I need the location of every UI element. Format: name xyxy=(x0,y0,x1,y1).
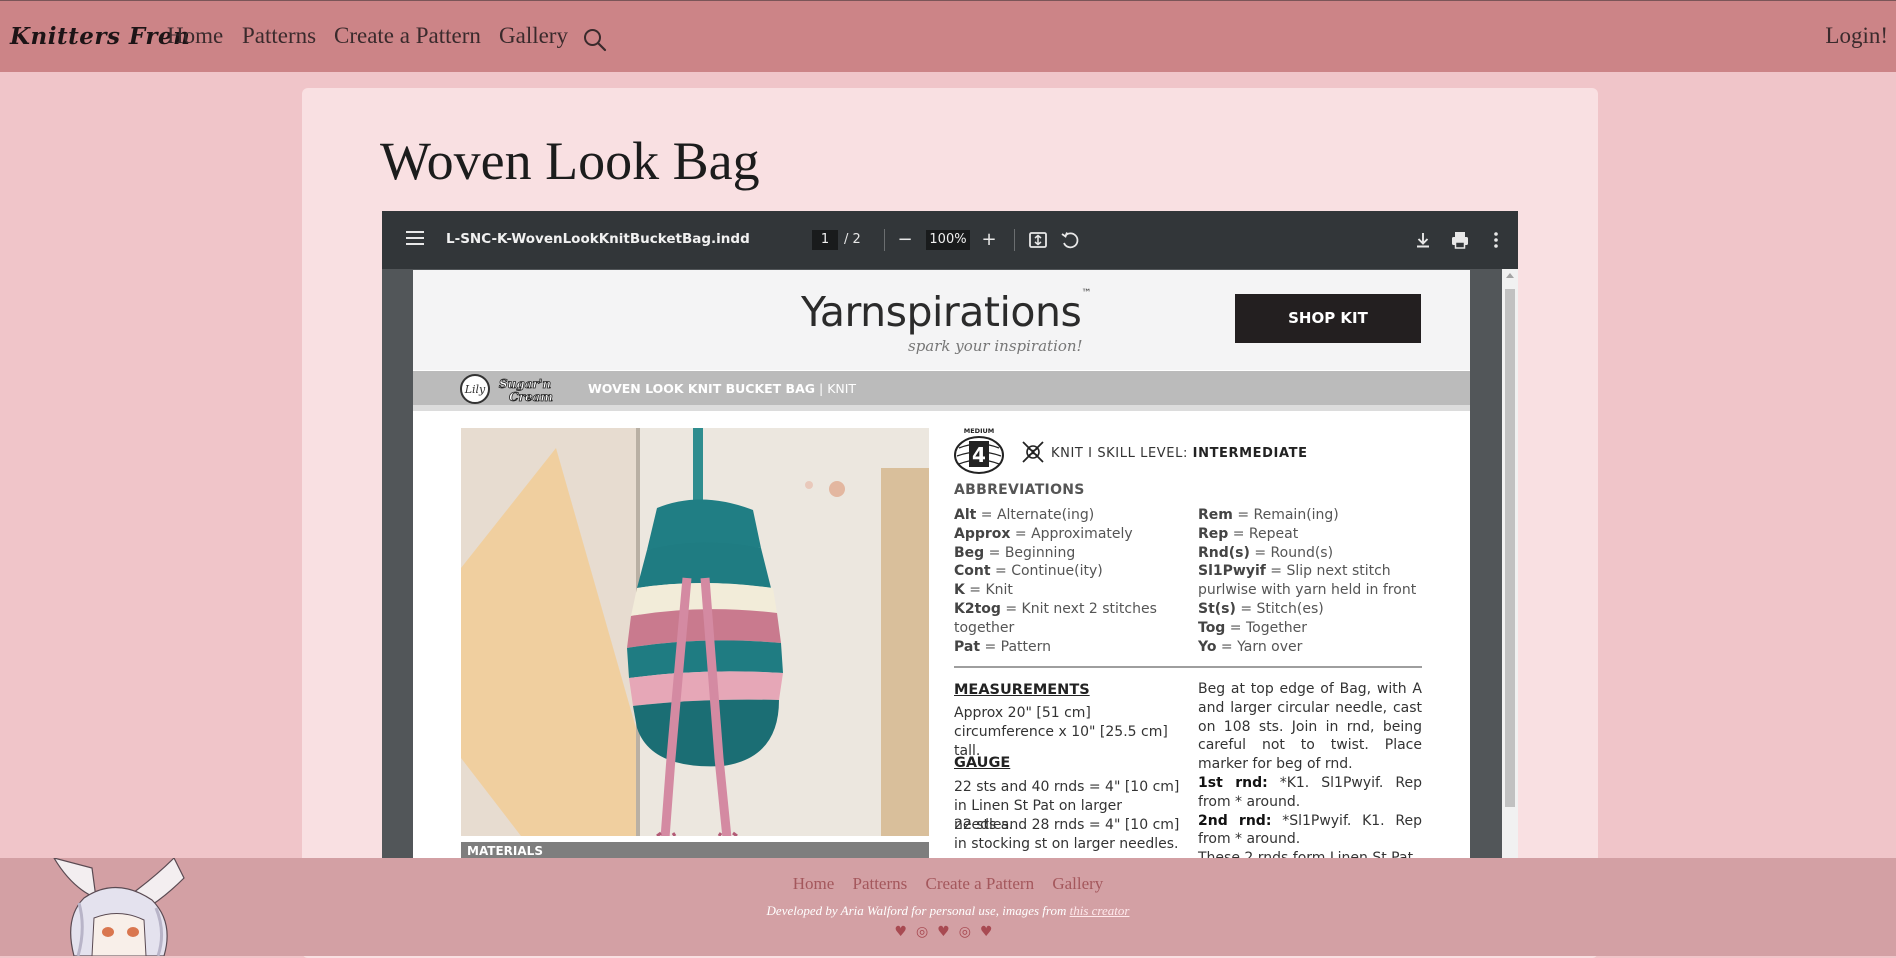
abbreviation-item: Rep = Repeat xyxy=(1198,525,1299,542)
top-navbar: Knitters Fren Home Patterns Create a Pat… xyxy=(0,0,1896,72)
zoom-input[interactable]: 100% xyxy=(926,230,970,250)
abbreviation-item: St(s) = Stitch(es) xyxy=(1198,600,1324,617)
abbreviation-item: Cont = Continue(ity) xyxy=(954,563,1103,580)
svg-text:Lily: Lily xyxy=(464,383,486,396)
yarn-ball-icon: ◎ xyxy=(958,924,980,940)
abbreviation-item: Rem = Remain(ing) xyxy=(1198,507,1339,523)
pdf-toolbar: L-SNC-K-WovenLookKnitBucketBag.indd 1 / … xyxy=(382,211,1518,269)
scrollbar-thumb[interactable] xyxy=(1505,289,1515,807)
print-icon[interactable] xyxy=(1449,229,1471,251)
yarn-ball-icon: ◎ xyxy=(916,924,938,940)
nav-link-home[interactable]: Home xyxy=(167,23,223,49)
abbreviation-item: Tog = Together xyxy=(1198,619,1307,636)
abbreviation-item: Pat = Pattern xyxy=(954,638,1052,655)
scroll-up-arrow-icon[interactable] xyxy=(1506,273,1514,278)
nav-link-gallery[interactable]: Gallery xyxy=(499,23,568,49)
heart-icon: ♥ xyxy=(980,924,1002,940)
zoom-out-icon[interactable]: − xyxy=(894,229,916,251)
pattern-band-title: WOVEN LOOK KNIT BUCKET BAG | KNIT xyxy=(588,381,857,396)
knitting-needles-icon xyxy=(1022,441,1044,463)
footer-link-create-pattern[interactable]: Create a Pattern xyxy=(926,874,1035,893)
footer-link-gallery[interactable]: Gallery xyxy=(1052,874,1103,893)
search-icon[interactable] xyxy=(582,27,608,53)
rotate-icon[interactable] xyxy=(1059,229,1081,251)
abbreviation-item: Yo = Yarn over xyxy=(1198,638,1303,655)
abbreviation-item: Beg = Beginning xyxy=(954,544,1076,561)
abbreviation-item: Sl1Pwyif = Slip next stitch purlwise wit… xyxy=(1198,563,1417,599)
zoom-in-icon[interactable]: + xyxy=(978,229,1000,251)
abbreviations-heading: ABBREVIATIONS xyxy=(954,482,1085,498)
page-number-input[interactable]: 1 xyxy=(812,230,838,250)
toolbar-divider xyxy=(1014,229,1015,251)
abbreviation-item: Alt = Alternate(ing) xyxy=(954,507,1095,523)
abbreviations-right-column: Rem = Remain(ing) Rep = Repeat Rnd(s) = … xyxy=(1198,506,1428,656)
abbreviation-item: K2tog = Knit next 2 stitches together xyxy=(954,600,1157,636)
band-divider xyxy=(413,405,1470,411)
shop-kit-button[interactable]: SHOP KIT xyxy=(1235,294,1421,343)
footer-credit: Developed by Aria Walford for personal u… xyxy=(766,903,1130,918)
gauge-heading: GAUGE xyxy=(954,755,1011,771)
pdf-viewer: L-SNC-K-WovenLookKnitBucketBag.indd 1 / … xyxy=(382,211,1518,861)
abbreviation-item: Approx = Approximately xyxy=(954,525,1133,542)
instructions-text: Beg at top edge of Bag, with A and large… xyxy=(1198,681,1422,861)
svg-text:Cream: Cream xyxy=(509,390,553,404)
nav-link-create-pattern[interactable]: Create a Pattern xyxy=(334,23,481,49)
abbreviation-item: Rnd(s) = Round(s) xyxy=(1198,544,1334,561)
pattern-title-band: Lily Sugar'n Cream WOVEN LOOK KNIT BUCKE… xyxy=(413,371,1470,405)
nav-link-patterns[interactable]: Patterns xyxy=(242,23,316,49)
svg-text:Sugar'n: Sugar'n xyxy=(499,377,551,391)
abbreviation-item: K = Knit xyxy=(954,582,1013,599)
menu-icon[interactable] xyxy=(406,231,424,247)
footer: Home Patterns Create a Pattern Gallery D… xyxy=(0,858,1896,956)
heart-icon: ♥ xyxy=(894,924,916,940)
pdf-header: Yarnspirations™ spark your inspiration! … xyxy=(413,270,1470,370)
login-link[interactable]: Login! xyxy=(1825,23,1888,49)
toolbar-divider xyxy=(884,229,885,251)
gauge-text-2: 22 sts and 28 rnds = 4" [10 cm] in stock… xyxy=(954,817,1180,852)
measurements-text: Approx 20" [51 cm] circumference x 10" [… xyxy=(954,705,1168,759)
more-options-icon[interactable] xyxy=(1485,229,1507,251)
pdf-filename: L-SNC-K-WovenLookKnitBucketBag.indd xyxy=(446,231,750,247)
footer-link-home[interactable]: Home xyxy=(793,874,835,893)
measurements-heading: MEASUREMENTS xyxy=(954,682,1090,698)
bucket-bag-photo xyxy=(461,428,929,836)
footer-link-patterns[interactable]: Patterns xyxy=(852,874,907,893)
brand-logo[interactable]: Knitters Fren xyxy=(10,23,190,50)
svg-text:4: 4 xyxy=(972,443,986,467)
bunny-girl-mascot-image xyxy=(53,858,185,956)
download-icon[interactable] xyxy=(1412,229,1434,251)
svg-text:MEDIUM: MEDIUM xyxy=(964,427,994,435)
footer-links: Home Patterns Create a Pattern Gallery xyxy=(0,874,1896,894)
yarnspirations-tagline: spark your inspiration! xyxy=(908,337,1083,355)
page-title: Woven Look Bag xyxy=(380,131,760,191)
pdf-page: Yarnspirations™ spark your inspiration! … xyxy=(413,270,1470,861)
page-total: / 2 xyxy=(844,232,861,247)
fit-page-icon[interactable] xyxy=(1027,229,1049,251)
lily-sugar-n-cream-logo: Lily Sugar'n Cream xyxy=(460,374,553,404)
medium-yarn-weight-icon: MEDIUM 4 xyxy=(954,427,1004,474)
yarnspirations-logo: Yarnspirations™ xyxy=(801,288,1091,336)
creator-link[interactable]: this creator xyxy=(1070,903,1130,918)
skill-level: KNIT I SKILL LEVEL: INTERMEDIATE xyxy=(1051,446,1308,461)
heart-icon: ♥ xyxy=(937,924,959,940)
abbreviations-left-column: Alt = Alternate(ing) Approx = Approximat… xyxy=(954,506,1184,656)
section-divider xyxy=(954,666,1422,668)
footer-icon-row: ♥◎♥◎♥ xyxy=(0,924,1896,940)
